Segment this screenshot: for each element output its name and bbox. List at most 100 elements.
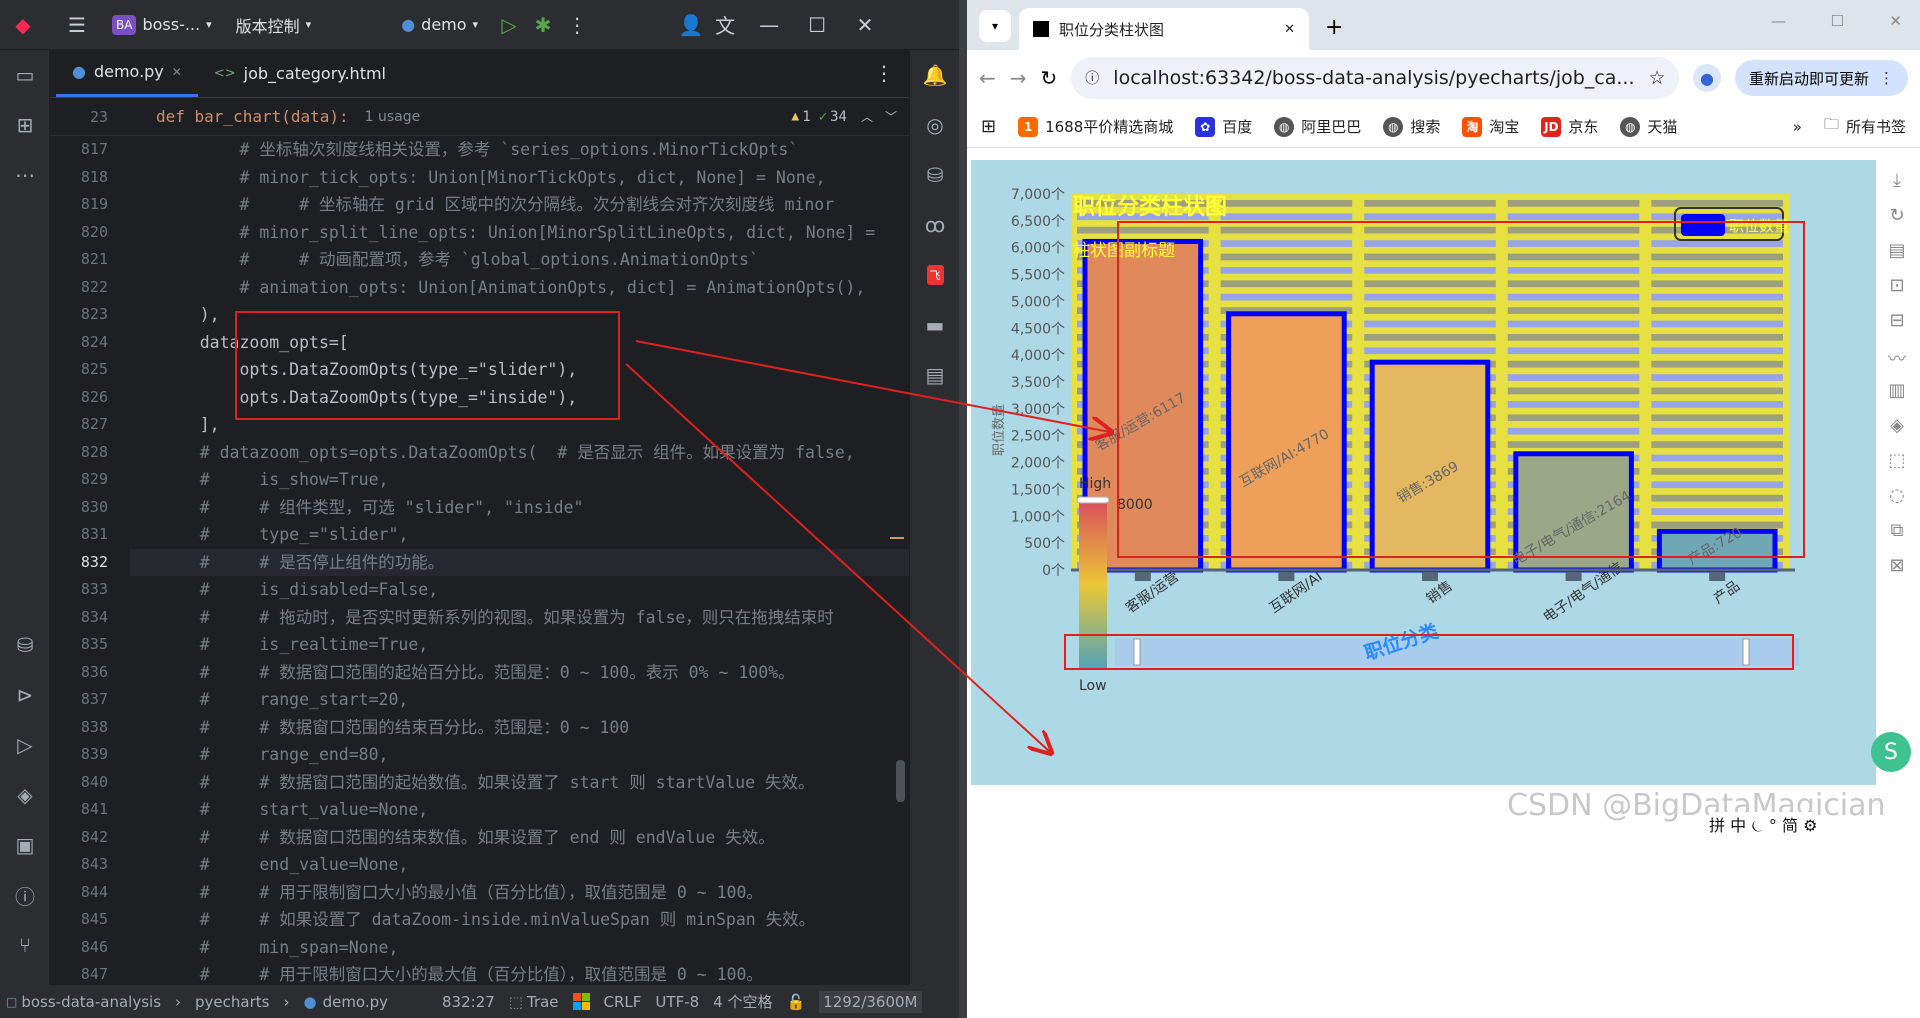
database-icon[interactable]: ⛁ <box>910 150 960 200</box>
update-button[interactable]: 重新启动即可更新 ⋮ <box>1734 60 1908 96</box>
datazoom-handle-right[interactable] <box>1742 638 1750 666</box>
main-menu-icon[interactable]: ☰ <box>60 8 94 42</box>
assistant-float-icon[interactable]: S <box>1871 732 1911 772</box>
code-line[interactable]: # # 用于限制窗口大小的最小值（百分比值），取值范围是 0 ~ 100。 <box>130 879 909 907</box>
problems-icon[interactable]: ⓘ <box>0 870 50 920</box>
bookmark-star-icon[interactable]: ☆ <box>1649 67 1666 89</box>
ime-toolbar[interactable]: 拼 中 ⏾ ° 简 ⚙ <box>1709 812 1818 836</box>
code-line[interactable]: # # 坐标轴在 grid 区域中的次分隔线。次分割线会对齐次刻度线 minor <box>130 191 909 219</box>
memory-indicator[interactable]: 1292/3600M <box>819 990 922 1013</box>
lock-icon[interactable]: 🔓 <box>786 993 805 1011</box>
address-bar[interactable]: ⓘ localhost:63342/boss-data-analysis/pye… <box>1071 57 1679 99</box>
code-line[interactable]: # # 数据窗口范围的结束数值。如果设置了 end 则 endValue 失效。 <box>130 824 909 852</box>
bookmark-jd[interactable]: JD 京东 <box>1541 116 1598 137</box>
code-line[interactable]: # 坐标轴次刻度线相关设置，参考 `series_options.MinorTi… <box>130 136 909 164</box>
code-line[interactable]: # is_show=True, <box>130 466 909 494</box>
vcs-menu[interactable]: 版本控制 ▾ <box>236 13 312 37</box>
save-image-icon[interactable]: ⤓ <box>1884 170 1910 196</box>
code-editor[interactable]: # 坐标轴次刻度线相关设置，参考 `series_options.MinorTi… <box>130 136 909 985</box>
usages-hint[interactable]: 1 usage <box>365 109 421 125</box>
chevron-down-icon[interactable]: ﹀ <box>885 108 897 125</box>
bookmark-search[interactable]: ◍ 搜索 <box>1383 116 1440 137</box>
forward-icon[interactable]: → <box>1010 66 1027 90</box>
maximize-icon[interactable]: ☐ <box>800 8 834 42</box>
code-line[interactable]: # # 动画配置项，参考 `global_options.AnimationOp… <box>130 246 909 274</box>
services-icon[interactable]: ⊳ <box>0 670 50 720</box>
debug-icon[interactable]: ✱ <box>526 8 560 42</box>
visualmap-bar[interactable] <box>1079 500 1107 670</box>
maximize-icon[interactable]: ☐ <box>1831 12 1844 30</box>
chevron-up-icon[interactable]: ︿ <box>861 108 873 125</box>
tab-job-category-html[interactable]: <> job_category.html <box>198 49 402 97</box>
code-line[interactable]: # start_value=None, <box>130 796 909 824</box>
minimize-icon[interactable]: — <box>752 8 786 42</box>
terminal-icon[interactable]: ▣ <box>0 820 50 870</box>
sticky-line-code[interactable]: def bar_chart(data): <box>156 107 349 126</box>
notifications-icon[interactable]: 🔔 <box>910 50 960 100</box>
back-icon[interactable]: ← <box>979 66 996 90</box>
bar[interactable] <box>1369 359 1491 573</box>
bookmark-tmall[interactable]: ◍ 天猫 <box>1620 116 1677 137</box>
data-view-icon[interactable]: ▤ <box>1884 240 1910 266</box>
book-icon[interactable]: ▤ <box>910 350 960 400</box>
code-line[interactable]: # range_start=20, <box>130 686 909 714</box>
code-line[interactable]: # # 数据窗口范围的起始数值。如果设置了 start 则 startValue… <box>130 769 909 797</box>
feishu-icon[interactable]: 飞 <box>910 250 960 300</box>
zoom-icon[interactable]: ⊡ <box>1884 275 1910 301</box>
datazoom-handle-left[interactable] <box>1133 638 1141 666</box>
run-icon[interactable]: ▷ <box>492 8 526 42</box>
all-bookmarks[interactable]: 🗀 所有书签 <box>1824 114 1906 139</box>
python-console-icon[interactable]: ꝏ <box>910 200 960 250</box>
code-line[interactable]: # is_realtime=True, <box>130 631 909 659</box>
code-line[interactable]: # # 用于限制窗口大小的最大值（百分比值），取值范围是 0 ~ 100。 <box>130 961 909 985</box>
file-encoding[interactable]: UTF-8 <box>655 993 699 1011</box>
code-line[interactable]: # end_value=None, <box>130 851 909 879</box>
visualmap-handle-top[interactable] <box>1076 496 1110 504</box>
tab-demo-py[interactable]: ● demo.py ✕ <box>56 49 198 97</box>
trae-status[interactable]: Trae <box>527 993 559 1011</box>
browser-tab[interactable]: 职位分类柱状图 ✕ <box>1019 8 1309 50</box>
code-line[interactable]: # range_end=80, <box>130 741 909 769</box>
close-icon[interactable]: ✕ <box>848 8 882 42</box>
bookmark-alibaba[interactable]: ◍ 阿里巴巴 <box>1274 116 1361 137</box>
zoom-back-icon[interactable]: ⊟ <box>1884 310 1910 336</box>
more-icon[interactable]: ⋮ <box>560 8 594 42</box>
close-icon[interactable]: ✕ <box>1889 12 1902 30</box>
status-folder[interactable]: pyecharts <box>195 993 269 1011</box>
reload-icon[interactable]: ↻ <box>1041 66 1058 90</box>
status-file[interactable]: demo.py <box>323 993 388 1011</box>
lasso-icon[interactable]: ◌ <box>1884 485 1910 511</box>
code-line[interactable]: # min_span=None, <box>130 934 909 962</box>
database-icon[interactable]: ⛁ <box>0 620 50 670</box>
code-line[interactable]: # # 数据窗口范围的起始百分比。范围是：0 ~ 100。表示 0% ~ 100… <box>130 659 909 687</box>
keep-select-icon[interactable]: ⧉ <box>1884 520 1910 546</box>
rect-select-icon[interactable]: ⬚ <box>1884 450 1910 476</box>
indent-setting[interactable]: 4 个空格 <box>713 991 772 1012</box>
new-tab-icon[interactable]: + <box>1325 15 1343 40</box>
code-line[interactable]: # type_="slider", <box>130 521 909 549</box>
code-line[interactable]: # # 拖动时，是否实时更新系列的视图。如果设置为 false，则只在拖拽结束时 <box>130 604 909 632</box>
bookmark-baidu[interactable]: ✿ 百度 <box>1195 116 1252 137</box>
minimize-icon[interactable]: — <box>1771 12 1786 30</box>
ai-assistant-icon[interactable]: ◎ <box>910 100 960 150</box>
run-tool-icon[interactable]: ▷ <box>0 720 50 770</box>
code-line[interactable]: # minor_split_line_opts: Union[MinorSpli… <box>130 219 909 247</box>
site-info-icon[interactable]: ⓘ <box>1085 68 1099 88</box>
restore-icon[interactable]: ↻ <box>1884 205 1910 231</box>
clear-select-icon[interactable]: ⊠ <box>1884 555 1910 581</box>
code-line[interactable]: # animation_opts: Union[AnimationOpts, d… <box>130 274 909 302</box>
more-tools-icon[interactable]: ⋯ <box>0 150 50 200</box>
datazoom-slider[interactable] <box>1115 638 1799 666</box>
close-tab-icon[interactable]: ✕ <box>172 65 182 79</box>
bookmark-taobao[interactable]: 淘淘宝 <box>1462 116 1519 137</box>
apps-grid-icon[interactable]: ⊞ <box>981 116 996 137</box>
tab-search-button[interactable]: ▾ <box>979 10 1011 42</box>
layers-icon[interactable]: ◈ <box>0 770 50 820</box>
code-line[interactable]: # # 组件类型，可选 "slider", "inside" <box>130 494 909 522</box>
caret-position[interactable]: 832:27 <box>442 993 495 1011</box>
tab-options-icon[interactable]: ⋮ <box>867 56 901 90</box>
run-config-selector[interactable]: ● demo ▾ <box>401 15 478 34</box>
warning-icon[interactable]: ▲ <box>791 109 799 124</box>
project-folder-icon[interactable]: ▭ <box>0 50 50 100</box>
status-project[interactable]: boss-data-analysis <box>21 993 161 1011</box>
